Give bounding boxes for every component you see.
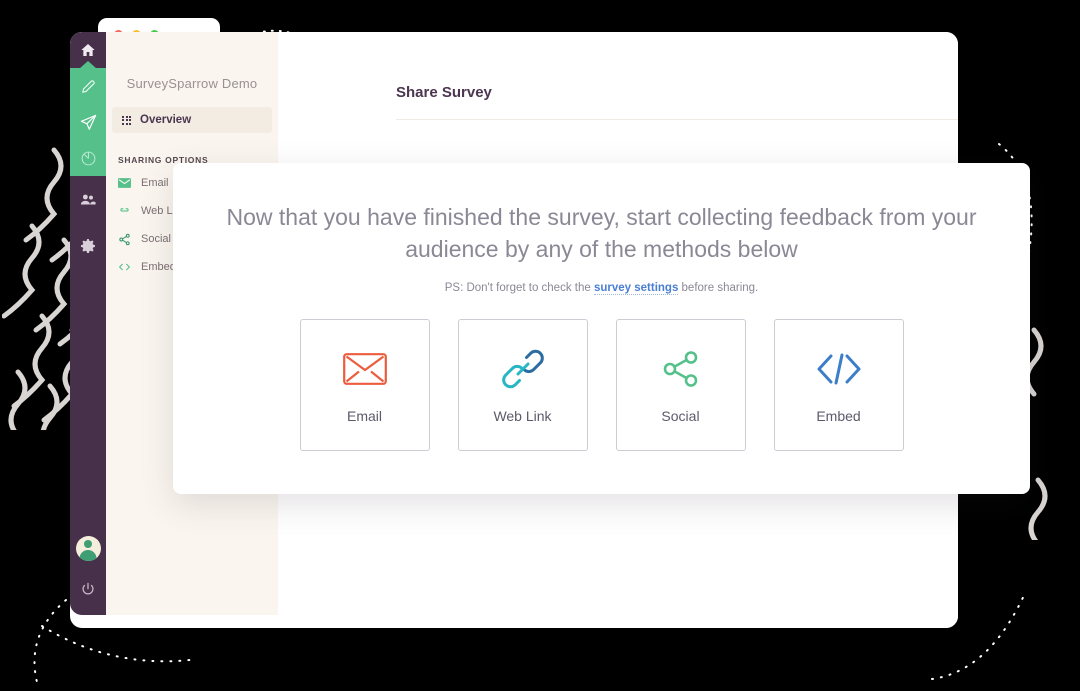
share-nodes-icon <box>660 346 702 392</box>
page-title: Share Survey <box>396 84 492 101</box>
sidebar-item-edit[interactable] <box>70 68 106 104</box>
gear-icon <box>80 239 95 254</box>
home-icon <box>81 44 95 56</box>
survey-settings-link[interactable]: survey settings <box>593 282 679 295</box>
decorative-dotted-arc-bottom-left <box>41 625 191 663</box>
sidebar-item-embed-label: Embed <box>141 261 176 273</box>
people-icon <box>80 194 96 205</box>
title-divider <box>396 119 958 120</box>
share-methods-overlay: Now that you have finished the survey, s… <box>173 163 1030 494</box>
code-icon <box>816 346 862 392</box>
share-method-cards: Email Web Link Social Embed <box>173 319 1030 451</box>
pie-chart-icon <box>81 151 95 165</box>
avatar[interactable] <box>75 536 101 561</box>
sidebar-item-social-label: Social <box>141 233 171 245</box>
overlay-subtext: PS: Don't forget to check the survey set… <box>173 282 1030 295</box>
sidebar-item-overview-label: Overview <box>140 114 192 126</box>
grid-icon <box>122 115 131 125</box>
share-method-social[interactable]: Social <box>615 319 746 451</box>
sidebar-item-audience[interactable] <box>70 182 106 218</box>
share-method-email-label: Email <box>346 408 382 424</box>
sidebar-item-settings[interactable] <box>70 228 106 264</box>
envelope-icon <box>118 177 131 190</box>
overlay-subtext-before: PS: Don't forget to check the <box>444 282 594 294</box>
screenshot-stage: SurveySparrow Demo Overview SHARING OPTI… <box>0 0 1080 691</box>
code-icon <box>118 261 131 274</box>
logout-button[interactable] <box>70 571 106 607</box>
share-method-weblink-label: Web Link <box>493 408 552 424</box>
sidebar-item-share[interactable] <box>70 104 106 140</box>
share-method-weblink[interactable]: Web Link <box>457 319 588 451</box>
workspace-title: SurveySparrow Demo <box>126 76 258 91</box>
sidebar-item-results[interactable] <box>70 140 106 176</box>
envelope-icon <box>342 346 387 392</box>
share-method-email[interactable]: Email <box>299 319 430 451</box>
edit-icon <box>81 79 95 93</box>
share-method-social-label: Social <box>661 408 700 424</box>
link-icon <box>501 346 544 392</box>
sidebar-item-email-label: Email <box>141 177 169 189</box>
rail-active-section <box>70 68 106 176</box>
overlay-heading: Now that you have finished the survey, s… <box>226 204 977 262</box>
overlay-subtext-after: before sharing. <box>678 282 759 294</box>
power-icon <box>82 582 94 595</box>
share-method-embed[interactable]: Embed <box>773 319 904 451</box>
share-nodes-icon <box>118 233 131 246</box>
icon-rail <box>70 32 106 615</box>
paper-plane-icon <box>80 114 96 130</box>
link-icon <box>118 205 131 218</box>
share-method-embed-label: Embed <box>816 408 861 424</box>
sidebar-item-overview[interactable]: Overview <box>112 107 272 133</box>
